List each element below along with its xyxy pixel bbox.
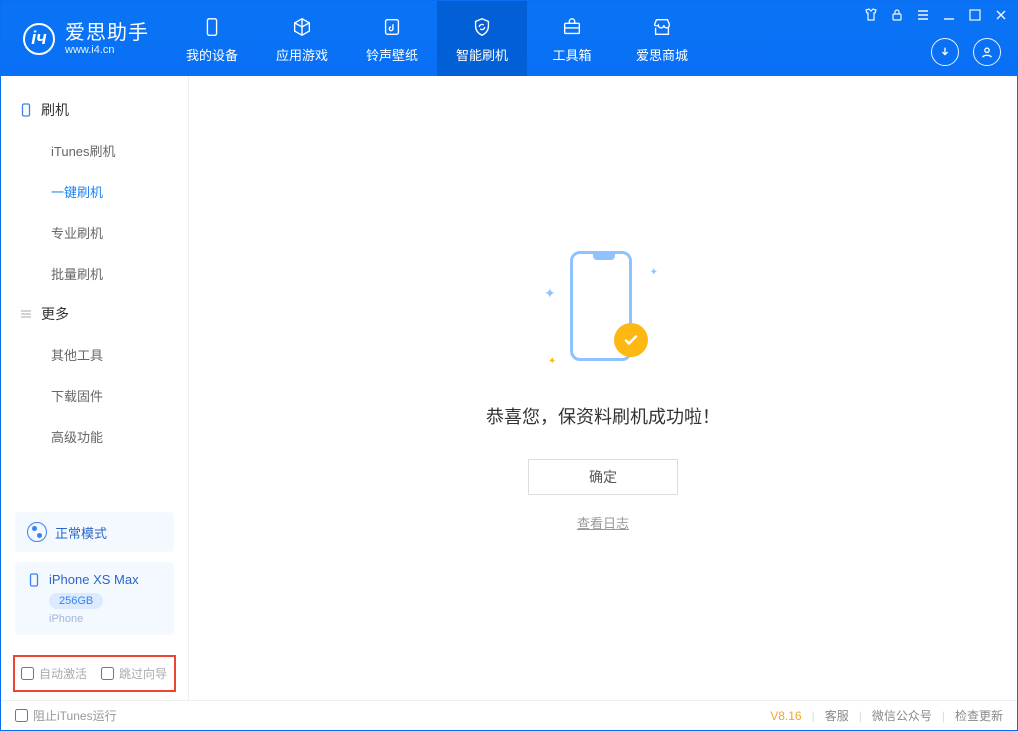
body: 刷机 iTunes刷机 一键刷机 专业刷机 批量刷机 更多 其他工具 下载固件 … xyxy=(1,76,1017,700)
tab-apps[interactable]: 应用游戏 xyxy=(257,1,347,76)
main-content: ✦ ✦ ✦ 恭喜您，保资料刷机成功啦！ 确定 查看日志 xyxy=(189,76,1017,700)
success-illustration: ✦ ✦ ✦ xyxy=(538,245,668,375)
toolbox-icon xyxy=(559,14,585,40)
tab-flash[interactable]: 智能刷机 xyxy=(437,1,527,76)
app-window: iч 爱思助手 www.i4.cn 我的设备 应用游戏 铃声壁纸 智能刷机 xyxy=(0,0,1018,731)
checkbox-skip-guide[interactable]: 跳过向导 xyxy=(101,665,167,682)
mode-icon xyxy=(27,522,47,542)
tab-toolbox[interactable]: 工具箱 xyxy=(527,1,617,76)
cube-icon xyxy=(289,14,315,40)
tab-label: 铃声壁纸 xyxy=(366,45,418,64)
nav-item-batch-flash[interactable]: 批量刷机 xyxy=(1,253,188,294)
tab-label: 智能刷机 xyxy=(456,45,508,64)
minimize-icon[interactable] xyxy=(941,7,957,23)
status-block: 正常模式 iPhone XS Max 256GB iPhone xyxy=(1,502,188,655)
version-label: V8.16 xyxy=(770,709,801,723)
ok-button[interactable]: 确定 xyxy=(528,459,678,495)
music-note-icon xyxy=(379,14,405,40)
device-type: iPhone xyxy=(49,613,162,625)
tab-store[interactable]: 爱思商城 xyxy=(617,1,707,76)
nav-group-more: 更多 xyxy=(1,294,188,334)
header-tabs: 我的设备 应用游戏 铃声壁纸 智能刷机 工具箱 爱思商城 xyxy=(167,1,707,76)
nav-item-other-tools[interactable]: 其他工具 xyxy=(1,334,188,375)
tab-ringtones[interactable]: 铃声壁纸 xyxy=(347,1,437,76)
store-icon xyxy=(649,14,675,40)
sparkle-icon: ✦ xyxy=(544,285,556,302)
nav-item-oneclick-flash[interactable]: 一键刷机 xyxy=(1,171,188,212)
device-capacity: 256GB xyxy=(49,593,103,609)
nav-item-pro-flash[interactable]: 专业刷机 xyxy=(1,212,188,253)
nav-item-advanced[interactable]: 高级功能 xyxy=(1,416,188,457)
tab-label: 爱思商城 xyxy=(636,45,688,64)
checkbox-auto-activate[interactable]: 自动激活 xyxy=(21,665,87,682)
check-update-link[interactable]: 检查更新 xyxy=(955,707,1003,724)
success-message: 恭喜您，保资料刷机成功啦！ xyxy=(486,403,720,429)
device-name: iPhone XS Max xyxy=(49,572,139,587)
footer-right: V8.16 | 客服 | 微信公众号 | 检查更新 xyxy=(770,707,1003,724)
check-circle-icon xyxy=(614,323,648,357)
tab-label: 我的设备 xyxy=(186,45,238,64)
checkbox-block-itunes[interactable]: 阻止iTunes运行 xyxy=(15,707,117,724)
tab-my-device[interactable]: 我的设备 xyxy=(167,1,257,76)
device-phone-icon xyxy=(27,573,41,587)
download-button[interactable] xyxy=(931,38,959,66)
close-icon[interactable] xyxy=(993,7,1009,23)
mode-label: 正常模式 xyxy=(55,523,107,542)
status-box[interactable]: 正常模式 xyxy=(15,512,174,552)
user-button[interactable] xyxy=(973,38,1001,66)
header: iч 爱思助手 www.i4.cn 我的设备 应用游戏 铃声壁纸 智能刷机 xyxy=(1,1,1017,76)
nav: 刷机 iTunes刷机 一键刷机 专业刷机 批量刷机 更多 其他工具 下载固件 … xyxy=(1,76,188,502)
menu-icon[interactable] xyxy=(915,7,931,23)
lock-icon[interactable] xyxy=(889,7,905,23)
options-highlight-box: 自动激活 跳过向导 xyxy=(13,655,176,692)
nav-group-flash: 刷机 xyxy=(1,90,188,130)
nav-item-download-firmware[interactable]: 下载固件 xyxy=(1,375,188,416)
logo-area: iч 爱思助手 www.i4.cn xyxy=(1,22,167,56)
maximize-icon[interactable] xyxy=(967,7,983,23)
tab-label: 应用游戏 xyxy=(276,45,328,64)
window-controls xyxy=(863,7,1009,23)
list-icon xyxy=(19,307,33,321)
sparkle-icon: ✦ xyxy=(650,267,658,278)
sidebar: 刷机 iTunes刷机 一键刷机 专业刷机 批量刷机 更多 其他工具 下载固件 … xyxy=(1,76,189,700)
logo-icon: iч xyxy=(23,23,55,55)
sparkle-icon: ✦ xyxy=(548,356,556,367)
shield-refresh-icon xyxy=(469,14,495,40)
phone-icon xyxy=(199,14,225,40)
nav-item-itunes-flash[interactable]: iTunes刷机 xyxy=(1,130,188,171)
header-right-buttons xyxy=(931,38,1001,66)
device-box[interactable]: iPhone XS Max 256GB iPhone xyxy=(15,562,174,635)
support-link[interactable]: 客服 xyxy=(825,707,849,724)
shirt-icon[interactable] xyxy=(863,7,879,23)
wechat-link[interactable]: 微信公众号 xyxy=(872,707,932,724)
tab-label: 工具箱 xyxy=(552,45,591,64)
phone-small-icon xyxy=(19,103,33,117)
app-url: www.i4.cn xyxy=(65,44,149,56)
view-log-link[interactable]: 查看日志 xyxy=(577,513,629,532)
app-name: 爱思助手 xyxy=(65,22,149,44)
footer: 阻止iTunes运行 V8.16 | 客服 | 微信公众号 | 检查更新 xyxy=(1,700,1017,730)
